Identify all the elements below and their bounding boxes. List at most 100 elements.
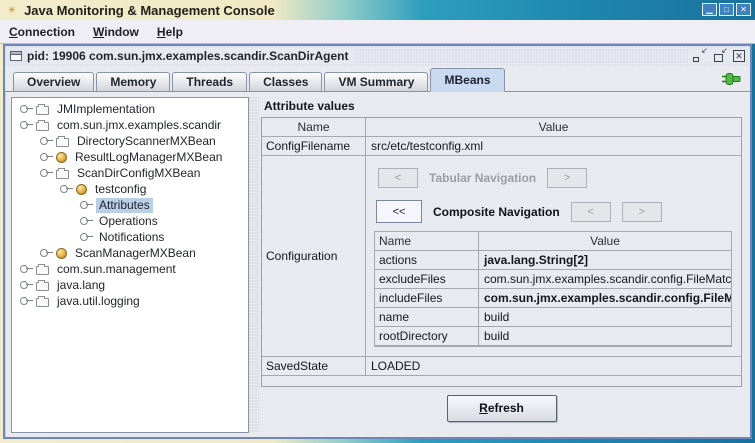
composite-navigation-label: Composite Navigation — [433, 205, 560, 219]
menu-help[interactable]: Help — [148, 25, 192, 39]
tree-handle-icon[interactable] — [20, 281, 28, 289]
tabular-prev-button[interactable]: < — [378, 168, 418, 188]
tree-node-java-lang[interactable]: java.lang — [12, 277, 248, 293]
button-area: Refresh — [261, 387, 742, 429]
tree-node-com-sun-jmx-examples-scandir[interactable]: com.sun.jmx.examples.scandir — [12, 117, 248, 133]
tree-node-label: com.sun.management — [54, 262, 179, 277]
tree-handle-icon[interactable] — [80, 217, 88, 225]
close-button[interactable]: ✕ — [736, 3, 751, 16]
tree-node-scandirconfigmxbean[interactable]: ScanDirConfigMXBean — [12, 165, 248, 181]
tree-node-resultlogmanagermxbean[interactable]: ResultLogManagerMXBean — [12, 149, 248, 165]
tree-node-testconfig[interactable]: testconfig — [12, 181, 248, 197]
tree-node-label: java.util.logging — [54, 294, 143, 309]
tree-handle-icon[interactable] — [40, 137, 48, 145]
frame-restore-icon[interactable]: ↙ — [713, 50, 726, 62]
window-titlebar[interactable]: ✴ Java Monitoring & Management Console ▁… — [0, 0, 755, 20]
tree-node-label: DirectoryScannerMXBean — [74, 134, 219, 149]
attr-name: actions — [375, 251, 479, 269]
attr-value: java.lang.String[2] — [479, 251, 731, 269]
menu-window[interactable]: Window — [84, 25, 148, 39]
folder-icon — [56, 138, 69, 147]
tree-handle-icon[interactable] — [40, 153, 48, 161]
frame-iconify-icon[interactable]: ↙ — [693, 50, 706, 62]
tree-handle-icon[interactable] — [40, 249, 48, 257]
attr-value: com.sun.jmx.examples.scandir.config.File… — [479, 289, 731, 307]
tree-node-label: Operations — [96, 214, 161, 229]
table-row[interactable]: SavedState LOADED — [262, 357, 741, 376]
attributes-table: Name Value ConfigFilename src/etc/testco… — [261, 117, 742, 387]
attributes-panel: Attribute values Name Value ConfigFilena… — [259, 97, 746, 433]
tab-memory[interactable]: Memory — [96, 72, 170, 92]
tab-vm-summary[interactable]: VM Summary — [324, 72, 428, 92]
tree-node-operations[interactable]: Operations — [12, 213, 248, 229]
folder-icon — [36, 122, 49, 131]
composite-row-excludeFiles[interactable]: excludeFilescom.sun.jmx.examples.scandir… — [375, 270, 731, 289]
attr-name: rootDirectory — [375, 327, 479, 345]
header-name: Name — [262, 118, 366, 136]
refresh-label: Refresh — [479, 401, 524, 415]
tree-handle-icon[interactable] — [60, 185, 68, 193]
maximize-button[interactable]: □ — [719, 3, 734, 16]
composite-prev-button[interactable]: < — [571, 202, 611, 222]
tree-node-java-util-logging[interactable]: java.util.logging — [12, 293, 248, 309]
header-value: Value — [366, 118, 741, 136]
tree-node-label: Attributes — [96, 198, 153, 213]
tree-node-jmimplementation[interactable]: JMImplementation — [12, 101, 248, 117]
frame-close-icon[interactable]: ✕ — [733, 50, 745, 62]
attr-value: com.sun.jmx.examples.scandir.config.File… — [479, 270, 731, 288]
tab-mbeans[interactable]: MBeans — [430, 68, 504, 92]
composite-back-button[interactable]: << — [376, 200, 422, 223]
bean-icon — [56, 152, 67, 163]
minimize-button[interactable]: ▁ — [702, 3, 717, 16]
app-logo-icon: ✴ — [7, 0, 17, 20]
tree-handle-icon[interactable] — [20, 297, 28, 305]
tree-node-attributes[interactable]: Attributes — [12, 197, 248, 213]
menu-connection[interactable]: Connection — [0, 25, 84, 39]
tree-node-com-sun-management[interactable]: com.sun.management — [12, 261, 248, 277]
tree-node-label: java.lang — [54, 278, 108, 293]
menu-bar: ConnectionWindowHelp — [0, 20, 755, 44]
composite-row-actions[interactable]: actionsjava.lang.String[2] — [375, 251, 731, 270]
tree-node-label: com.sun.jmx.examples.scandir — [54, 118, 224, 133]
composite-row-name[interactable]: namebuild — [375, 308, 731, 327]
refresh-button[interactable]: Refresh — [447, 395, 557, 422]
tree-node-label: Notifications — [96, 230, 167, 245]
tree-node-scanmanagermxbean[interactable]: ScanManagerMXBean — [12, 245, 248, 261]
application-window: ✴ Java Monitoring & Management Console ▁… — [0, 0, 755, 443]
composite-navigation: << Composite Navigation < > — [376, 200, 736, 223]
tree-handle-icon[interactable] — [20, 121, 28, 129]
internal-frame-titlebar[interactable]: pid: 19906 com.sun.jmx.examples.scandir.… — [5, 46, 750, 66]
tree-node-label: JMImplementation — [54, 102, 158, 117]
window-controls: ▁ □ ✕ — [702, 3, 751, 16]
tree-handle-icon[interactable] — [80, 233, 88, 241]
header-name: Name — [375, 232, 479, 250]
tree-handle-icon[interactable] — [80, 201, 88, 209]
header-value: Value — [479, 232, 731, 250]
bean-icon — [56, 248, 67, 259]
folder-icon — [36, 106, 49, 115]
folder-icon — [56, 170, 69, 179]
table-row[interactable]: ConfigFilename src/etc/testconfig.xml — [262, 137, 741, 156]
tab-overview[interactable]: Overview — [13, 72, 94, 92]
composite-value-cell: < Tabular Navigation > << Composite Navi… — [366, 156, 741, 356]
composite-row-includeFiles[interactable]: includeFilescom.sun.jmx.examples.scandir… — [375, 289, 731, 308]
tree-node-label: testconfig — [92, 182, 149, 197]
tree-node-label: ScanDirConfigMXBean — [74, 166, 203, 181]
attr-name: name — [375, 308, 479, 326]
frame-icon — [10, 51, 22, 61]
panel-title: Attribute values — [264, 99, 742, 113]
tab-classes[interactable]: Classes — [249, 72, 322, 92]
composite-next-button[interactable]: > — [622, 202, 662, 222]
window-title: Java Monitoring & Management Console — [24, 3, 275, 18]
composite-row-rootDirectory[interactable]: rootDirectorybuild — [375, 327, 731, 346]
tree-node-notifications[interactable]: Notifications — [12, 229, 248, 245]
folder-icon — [36, 298, 49, 307]
tab-threads[interactable]: Threads — [172, 72, 247, 92]
tree-handle-icon[interactable] — [40, 169, 48, 177]
tabular-next-button[interactable]: > — [547, 168, 587, 188]
split-divider[interactable] — [249, 97, 259, 433]
table-row-configuration: Configuration < Tabular Navigation > << … — [262, 156, 741, 357]
tree-node-directoryscannermxbean[interactable]: DirectoryScannerMXBean — [12, 133, 248, 149]
tree-handle-icon[interactable] — [20, 265, 28, 273]
tree-handle-icon[interactable] — [20, 105, 28, 113]
